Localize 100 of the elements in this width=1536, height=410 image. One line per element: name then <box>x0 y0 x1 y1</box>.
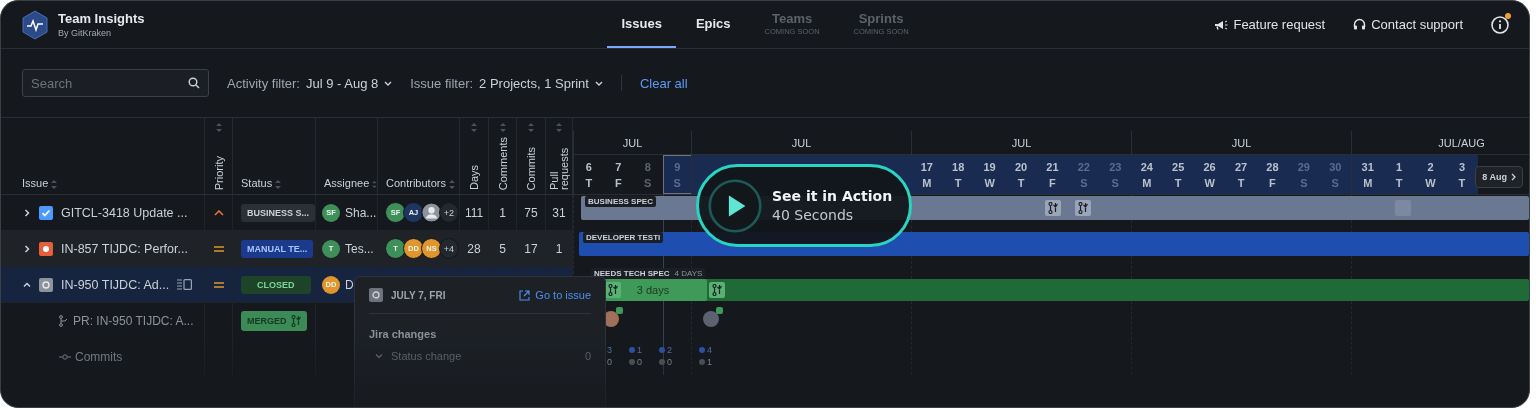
day-number: 20 <box>1014 160 1028 173</box>
change-count: 0 <box>584 350 591 362</box>
video-promo-button[interactable]: See it in Action 40 Seconds <box>696 164 912 247</box>
column-header[interactable]: Status <box>241 177 273 189</box>
side-panel-icon[interactable] <box>177 279 193 290</box>
weekday-label: W <box>1425 176 1436 189</box>
day-number: 8 <box>644 160 651 173</box>
play-icon <box>708 178 762 233</box>
assignee-name: Sha... <box>345 205 377 220</box>
day-number: 21 <box>1046 160 1059 173</box>
column-header[interactable]: Commits <box>526 146 536 190</box>
column-header[interactable]: Pull requests <box>549 132 569 190</box>
day-cell[interactable]: 24 M <box>1131 155 1163 194</box>
added-count: 2 <box>659 345 672 355</box>
day-cell[interactable]: 6 T <box>574 155 604 194</box>
table-cell: 5 <box>499 241 506 256</box>
clear-all-link[interactable]: Clear all <box>639 75 688 91</box>
column-header[interactable]: Days <box>469 164 479 190</box>
removed-count: 0 <box>599 357 612 367</box>
day-cell[interactable]: 1 T <box>1383 155 1415 194</box>
person-avatar <box>421 202 442 223</box>
added-count: 3 <box>599 345 612 355</box>
column-header[interactable]: Issue <box>22 177 49 189</box>
priority-medium-icon <box>213 245 224 252</box>
weekday-label: S <box>673 176 681 189</box>
day-cell[interactable]: 18 T <box>942 155 974 194</box>
weekday-label: S <box>644 176 652 189</box>
day-cell[interactable]: 20 T <box>1005 155 1037 194</box>
next-date-button[interactable]: 8 Aug <box>1475 166 1523 188</box>
issue-type-icon <box>39 277 53 292</box>
weekday-label: T <box>954 176 962 189</box>
day-cell[interactable]: 28 F <box>1256 155 1289 194</box>
day-number: 22 <box>1077 160 1090 173</box>
branch-icon <box>59 315 69 327</box>
more-count: +4 <box>439 238 459 259</box>
day-number: 1 <box>1396 160 1403 173</box>
assignee-name: Tes... <box>345 241 374 256</box>
filter-dropdown[interactable]: Activity filter: Jul 9 - Aug 8 <box>227 75 393 91</box>
issue-title[interactable]: IN-857 TIJDC: Perfor... <box>61 241 188 256</box>
day-cell[interactable]: 17 M <box>911 155 943 194</box>
merge-icon <box>712 284 722 296</box>
column-header[interactable]: Comments <box>497 136 508 190</box>
day-number: 19 <box>983 160 996 173</box>
merge-marker[interactable] <box>1045 200 1061 216</box>
weekday-label: S <box>1331 176 1339 189</box>
pull-request-title[interactable]: PR: IN-950 TIJDC: A... <box>73 314 194 328</box>
weekday-label: F <box>1269 176 1276 189</box>
issue-type-icon <box>369 288 383 302</box>
day-number: 30 <box>1329 160 1342 173</box>
day-cell[interactable]: 25 T <box>1162 155 1194 194</box>
merge-icon <box>1048 202 1058 214</box>
removed-count: 0 <box>629 357 642 367</box>
assignee-name: D <box>345 277 354 292</box>
status-tag: BUSINESS S... <box>241 203 315 222</box>
day-number: 24 <box>1140 160 1153 173</box>
day-cell[interactable]: 21 F <box>1036 155 1069 194</box>
duration-label: 4 DAYS <box>674 269 703 278</box>
weekday-label: T <box>585 176 593 189</box>
merge-icon <box>1078 202 1088 214</box>
status-tag: MANUAL TE... <box>241 239 314 258</box>
day-cell[interactable]: 26 W <box>1193 155 1226 194</box>
weekday-label: T <box>1017 176 1025 189</box>
status-tag: CLOSED <box>241 275 311 294</box>
column-header[interactable]: Contributors <box>386 177 446 189</box>
filter-dropdown[interactable]: Issue filter: 2 Projects, 1 Sprint <box>410 75 603 91</box>
day-cell[interactable]: 19 W <box>973 155 1006 194</box>
weekday-label: M <box>1363 176 1373 189</box>
day-cell[interactable]: 31 M <box>1352 155 1384 194</box>
merge-marker[interactable] <box>1075 200 1091 216</box>
weekday-label: W <box>984 176 995 189</box>
commits-label[interactable]: Commits <box>75 350 123 364</box>
support-link[interactable]: Contact support <box>1353 17 1463 32</box>
day-number: 6 <box>585 160 592 173</box>
expand-chevron-icon[interactable] <box>23 280 31 289</box>
search-icon <box>188 77 200 89</box>
column-header[interactable]: Assignee <box>324 177 370 189</box>
search-field[interactable]: Search <box>22 69 209 97</box>
caret-icon <box>594 80 603 86</box>
day-cell[interactable]: 3 T <box>1446 155 1478 194</box>
commit-icon <box>59 353 71 361</box>
info-icon[interactable] <box>1491 15 1509 34</box>
issue-title[interactable]: GITCL-3418 Update ... <box>61 205 188 220</box>
bug-icon <box>39 241 53 256</box>
pull-request-icon <box>608 284 618 296</box>
day-cell[interactable]: 7 F <box>603 155 633 194</box>
feature-request-link[interactable]: Feature request <box>1214 17 1326 32</box>
day-number: 9 <box>674 160 681 173</box>
day-number: 31 <box>1361 160 1374 173</box>
external-link-icon <box>519 289 531 301</box>
nav-tab[interactable]: Epics <box>681 1 745 48</box>
table-cell: 28 <box>467 241 481 256</box>
day-number: 2 <box>1427 160 1434 173</box>
issue-title[interactable]: IN-950 TIJDC: Ad... <box>61 277 170 292</box>
merge-marker[interactable] <box>709 282 725 298</box>
day-cell[interactable]: 2 W <box>1414 155 1447 194</box>
status-label: DEVELOPER TESTI <box>583 232 664 243</box>
weekday-label: F <box>614 176 622 189</box>
nav-tab[interactable]: Issues <box>607 1 676 48</box>
day-cell[interactable]: 27 T <box>1225 155 1257 194</box>
column-header[interactable]: Priority <box>213 155 224 190</box>
